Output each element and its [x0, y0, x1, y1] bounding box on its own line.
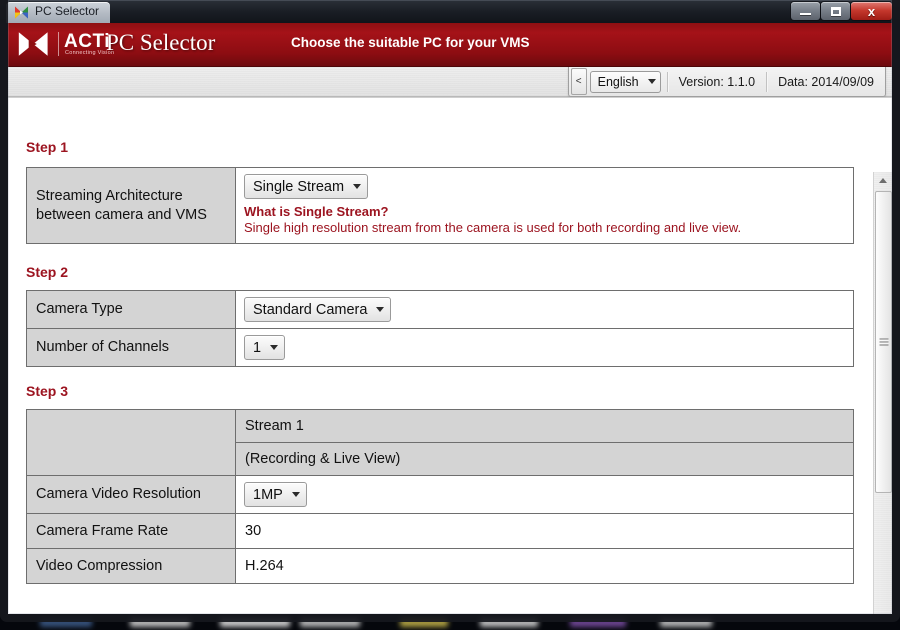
step-2-title: Step 2	[26, 264, 69, 280]
scrollbar-thumb[interactable]	[875, 191, 892, 493]
content-panel: Step 1 Streaming Architecture between ca…	[8, 98, 874, 614]
stream-1-header: Stream 1	[235, 408, 854, 444]
scroll-up-button[interactable]	[874, 172, 891, 189]
acti-butterfly-icon	[15, 6, 28, 19]
minimize-icon	[800, 13, 811, 15]
application-window: PC Selector x ACTi Connecting Vision PC …	[0, 0, 900, 622]
camera-video-resolution-cell: 1MP	[235, 475, 854, 515]
language-select[interactable]: English	[589, 70, 661, 93]
chevron-down-icon	[353, 184, 362, 189]
table-row: Video Compression H.264	[26, 548, 854, 585]
streaming-architecture-label: Streaming Architecture between camera an…	[26, 167, 236, 244]
number-of-channels-label: Number of Channels	[26, 328, 236, 367]
language-select-value: English	[597, 74, 639, 89]
chevron-down-icon	[376, 307, 385, 312]
table-row: Camera Video Resolution 1MP	[26, 475, 854, 515]
triangle-up-icon	[878, 178, 887, 183]
close-button[interactable]: x	[851, 2, 892, 20]
maximize-icon	[830, 6, 841, 16]
table-row: Camera Type Standard Camera	[26, 290, 854, 329]
camera-frame-rate-value: 30	[235, 513, 854, 550]
step-3-corner-cell	[26, 408, 236, 443]
table-row: (Recording & Live View)	[26, 442, 854, 477]
camera-video-resolution-label: Camera Video Resolution	[26, 475, 236, 515]
table-row: Streaming Architecture between camera an…	[26, 167, 854, 244]
camera-type-cell: Standard Camera	[235, 290, 854, 329]
version-label: Version: 1.1.0	[678, 74, 756, 89]
scrollbar-grip-icon	[879, 338, 888, 346]
streaming-architecture-value: Single Stream	[253, 178, 345, 195]
window-titlebar[interactable]: PC Selector x	[0, 0, 900, 23]
app-header: ACTi Connecting Vision PC Selector Choos…	[8, 23, 892, 67]
table-row: Number of Channels 1	[26, 328, 854, 367]
stream-1-subheader: (Recording & Live View)	[235, 442, 854, 477]
chevron-down-icon	[291, 492, 300, 498]
video-compression-label: Video Compression	[26, 548, 236, 585]
camera-video-resolution-value: 1MP	[253, 486, 283, 503]
vertical-scrollbar[interactable]	[873, 172, 892, 614]
camera-frame-rate-label: Camera Frame Rate	[26, 513, 236, 550]
number-of-channels-cell: 1	[235, 328, 854, 367]
data-date-label: Data: 2014/09/09	[778, 74, 874, 89]
app-toolbar: < English Version: 1.1.0 Data: 2014/09/0…	[8, 67, 892, 97]
step-3-corner-cell	[26, 442, 236, 477]
streaming-help-body: Single high resolution stream from the c…	[244, 220, 742, 235]
streaming-architecture-cell: Single Stream What is Single Stream? Sin…	[235, 167, 854, 244]
application-body: ACTi Connecting Vision PC Selector Choos…	[8, 23, 892, 614]
chevron-down-icon	[270, 345, 279, 350]
step-1-title: Step 1	[26, 139, 69, 155]
step-1-table: Streaming Architecture between camera an…	[26, 167, 854, 244]
table-row: Stream 1	[26, 408, 854, 444]
window-title: PC Selector	[35, 4, 100, 18]
acti-logo-icon	[18, 32, 48, 56]
streaming-architecture-dropdown[interactable]: Single Stream	[244, 174, 369, 199]
camera-type-value: Standard Camera	[253, 301, 368, 318]
content-scroll-region: Step 1 Streaming Architecture between ca…	[8, 97, 892, 614]
number-of-channels-value: 1	[253, 339, 262, 356]
header-subtitle: Choose the suitable PC for your VMS	[291, 35, 530, 50]
chevron-down-icon	[647, 79, 656, 84]
toolbar-group: < English Version: 1.1.0 Data: 2014/09/0…	[567, 67, 886, 97]
camera-video-resolution-dropdown[interactable]: 1MP	[244, 482, 307, 508]
streaming-help-title: What is Single Stream?	[244, 204, 389, 219]
video-compression-value: H.264	[235, 548, 854, 585]
step-3-title: Step 3	[26, 383, 69, 399]
logo-divider	[58, 32, 59, 56]
app-title: PC Selector	[106, 30, 216, 55]
step-3-table: Stream 1 (Recording & Live View) Camera …	[26, 408, 854, 585]
step-2-table: Camera Type Standard Camera Number of Ch…	[26, 290, 854, 367]
close-icon: x	[867, 3, 876, 19]
camera-type-label: Camera Type	[26, 290, 236, 329]
minimize-button[interactable]	[791, 2, 820, 20]
table-row: Camera Frame Rate 30	[26, 513, 854, 550]
number-of-channels-dropdown[interactable]: 1	[244, 335, 286, 360]
collapse-panel-button[interactable]: <	[570, 68, 587, 95]
maximize-button[interactable]	[821, 2, 850, 20]
camera-type-dropdown[interactable]: Standard Camera	[244, 297, 392, 322]
